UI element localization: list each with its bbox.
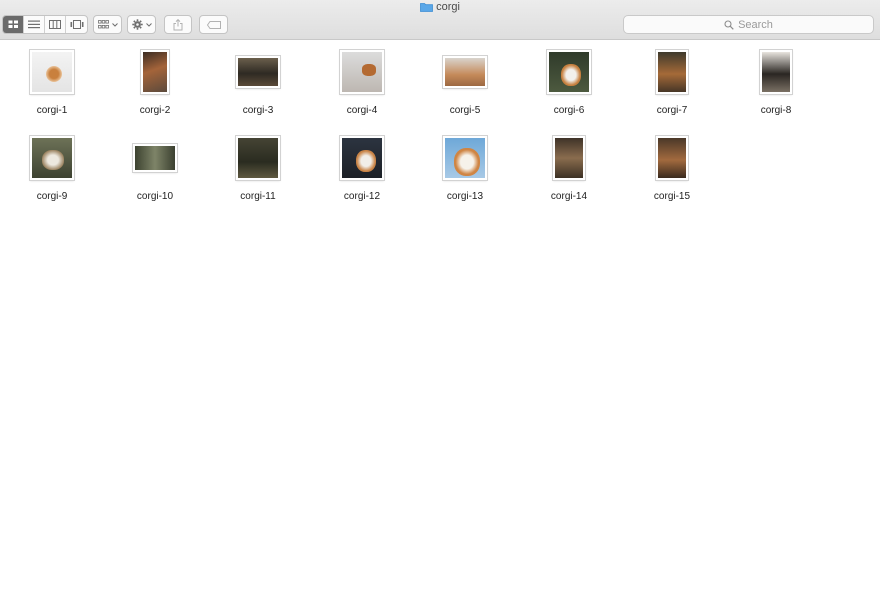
image-thumbnail: [30, 50, 74, 94]
tag-button[interactable]: [199, 15, 228, 34]
file-item[interactable]: corgi-3: [213, 47, 303, 116]
toolbar: Search: [0, 15, 880, 34]
image-thumbnail: [133, 144, 177, 172]
group-by-button[interactable]: [93, 15, 122, 34]
file-item[interactable]: corgi-9: [7, 133, 97, 202]
search-icon: [724, 19, 734, 30]
tag-icon: [206, 20, 221, 29]
image-thumbnail: [656, 136, 688, 180]
file-item[interactable]: corgi-15: [627, 133, 717, 202]
image-thumbnail: [340, 136, 384, 180]
image-thumbnail: [236, 136, 280, 180]
finder-window: corgi Search corgi-1 corgi-2 corgi-3 cor…: [0, 0, 880, 595]
file-item[interactable]: corgi-14: [524, 133, 614, 202]
action-button[interactable]: [127, 15, 156, 34]
file-name: corgi-13: [446, 191, 484, 202]
group-by-icon: [97, 20, 109, 29]
file-name: corgi-10: [136, 191, 174, 202]
icon-view-button[interactable]: [3, 16, 24, 33]
file-name: corgi-4: [346, 105, 378, 116]
view-mode-control: [2, 15, 88, 34]
folder-icon: [420, 2, 433, 12]
file-name: corgi-6: [553, 105, 585, 116]
file-name: corgi-2: [139, 105, 171, 116]
columns-icon: [49, 20, 61, 29]
file-item[interactable]: corgi-6: [524, 47, 614, 116]
file-item[interactable]: corgi-11: [213, 133, 303, 202]
file-item[interactable]: corgi-7: [627, 47, 717, 116]
gallery-icon: [70, 20, 83, 29]
file-item[interactable]: corgi-12: [317, 133, 407, 202]
file-name: corgi-15: [653, 191, 691, 202]
search-field[interactable]: Search: [623, 15, 874, 34]
share-icon: [173, 18, 183, 30]
image-thumbnail: [30, 136, 74, 180]
file-item[interactable]: corgi-5: [420, 47, 510, 116]
file-grid: corgi-1 corgi-2 corgi-3 corgi-4 corgi-5 …: [0, 41, 880, 595]
image-thumbnail: [656, 50, 688, 94]
file-item[interactable]: corgi-1: [7, 47, 97, 116]
chevron-down-icon: [145, 22, 152, 27]
file-item[interactable]: corgi-10: [110, 133, 200, 202]
file-name: corgi-3: [242, 105, 274, 116]
file-item[interactable]: corgi-4: [317, 47, 407, 116]
titlebar: corgi Search: [0, 0, 880, 40]
file-name: corgi-5: [449, 105, 481, 116]
file-name: corgi-9: [36, 191, 68, 202]
image-thumbnail: [553, 136, 585, 180]
window-title: corgi: [0, 0, 880, 13]
file-item[interactable]: corgi-2: [110, 47, 200, 116]
file-item[interactable]: corgi-13: [420, 133, 510, 202]
image-thumbnail: [443, 56, 487, 88]
gear-icon: [131, 19, 143, 30]
file-name: corgi-7: [656, 105, 688, 116]
file-name: corgi-8: [760, 105, 792, 116]
share-button[interactable]: [164, 15, 192, 34]
image-thumbnail: [547, 50, 591, 94]
column-view-button[interactable]: [45, 16, 66, 33]
file-name: corgi-1: [36, 105, 68, 116]
file-item[interactable]: corgi-8: [731, 47, 821, 116]
image-thumbnail: [236, 56, 280, 88]
image-thumbnail: [340, 50, 384, 94]
list-icon: [28, 20, 40, 29]
file-name: corgi-14: [550, 191, 588, 202]
search-placeholder: Search: [738, 18, 773, 31]
image-thumbnail: [443, 136, 487, 180]
file-name: corgi-12: [343, 191, 381, 202]
list-view-button[interactable]: [24, 16, 45, 33]
image-thumbnail: [141, 50, 169, 94]
image-thumbnail: [760, 50, 792, 94]
window-title-text: corgi: [436, 0, 460, 13]
gallery-view-button[interactable]: [66, 16, 87, 33]
file-name: corgi-11: [240, 191, 276, 202]
grid-icon: [8, 20, 18, 28]
chevron-down-icon: [111, 22, 118, 27]
